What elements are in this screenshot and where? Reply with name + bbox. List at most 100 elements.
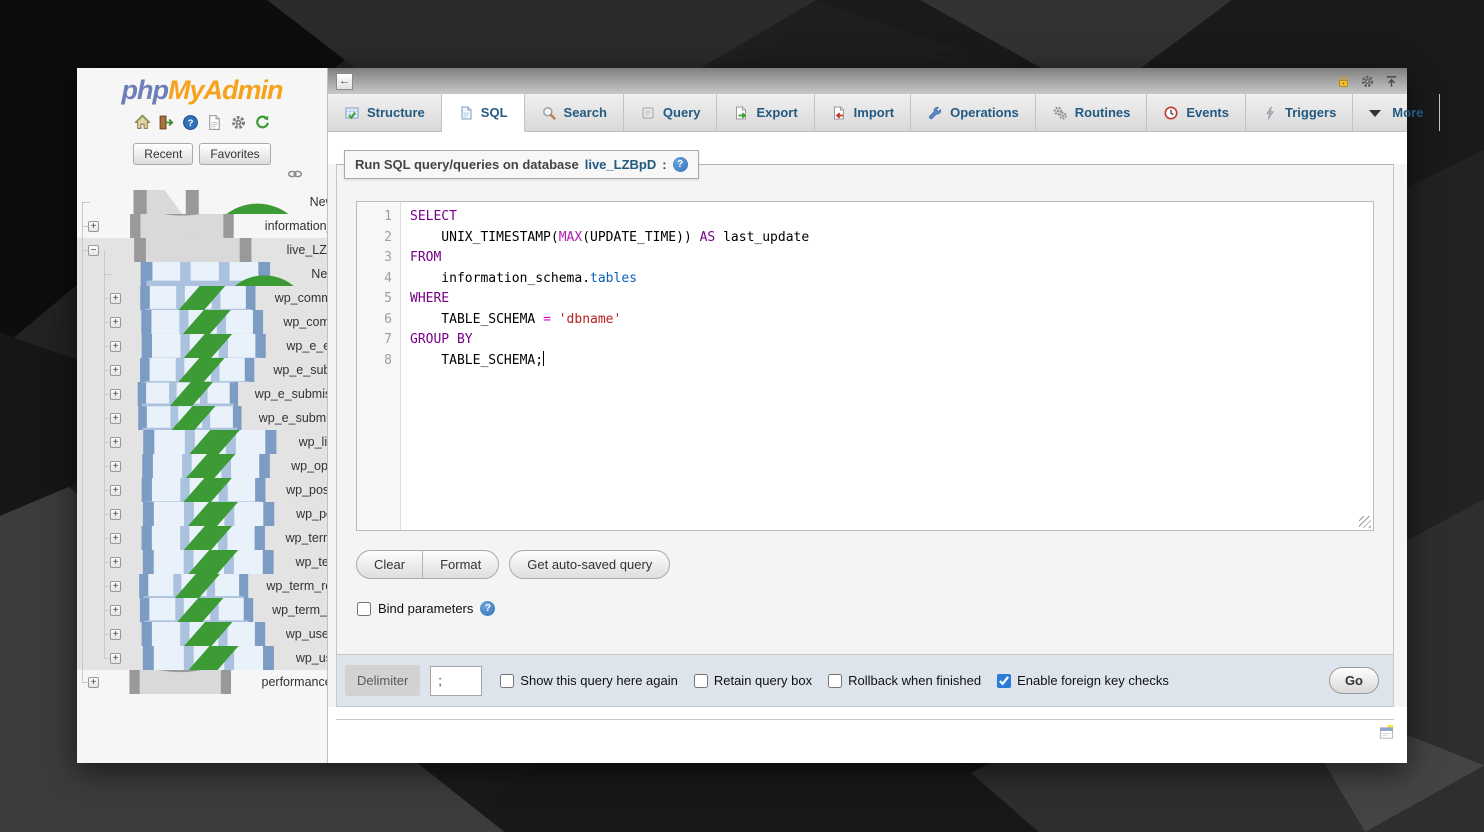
tree-item-wp-term-taxonomy[interactable]: +wp_term_taxonomy: [77, 598, 327, 622]
tree-item-label: information_schema: [265, 219, 327, 233]
tab-events[interactable]: Events: [1147, 94, 1246, 131]
link-icon[interactable]: [287, 168, 303, 180]
tab-label: Routines: [1075, 105, 1131, 120]
tree-item-wp-terms[interactable]: +wp_terms: [77, 550, 327, 574]
tree-item-live-lzbpd[interactable]: −live_LZBpD: [77, 238, 327, 262]
expand-icon[interactable]: +: [110, 437, 121, 448]
tab-operations[interactable]: Operations: [911, 94, 1036, 131]
tree-item-label: wp_postmeta: [286, 483, 327, 497]
settings-icon[interactable]: [230, 114, 247, 131]
database-icon: [99, 238, 287, 262]
footer-option-show-this-query-here-again[interactable]: Show this query here again: [500, 673, 678, 688]
tree-item-wp-commentmeta[interactable]: +wp_commentmeta: [77, 286, 327, 310]
expand-icon[interactable]: +: [88, 221, 99, 232]
table-icon: [121, 286, 275, 310]
footer-checkbox[interactable]: [694, 674, 708, 688]
recent-button[interactable]: Recent: [133, 143, 193, 165]
tree-item-information-schema[interactable]: + information_schema: [77, 214, 327, 238]
tree-item-wp-term-relationships[interactable]: +wp_term_relationships: [77, 574, 327, 598]
expand-icon[interactable]: +: [110, 605, 121, 616]
tab-label: Query: [663, 105, 701, 120]
clear-button[interactable]: Clear: [357, 551, 422, 578]
delimiter-input[interactable]: [430, 666, 482, 696]
expand-icon[interactable]: +: [110, 461, 121, 472]
expand-icon[interactable]: +: [110, 413, 121, 424]
favorites-button[interactable]: Favorites: [199, 143, 270, 165]
tree-item-wp-options[interactable]: +wp_options: [77, 454, 327, 478]
sql-editor[interactable]: 1SELECT2 UNIX_TIMESTAMP(MAX(UPDATE_TIME)…: [356, 201, 1374, 531]
collapse-node-icon[interactable]: −: [88, 245, 99, 256]
hide-sidebar-button[interactable]: ←: [336, 73, 353, 90]
tree-item-wp-termmeta[interactable]: +wp_termmeta: [77, 526, 327, 550]
footer-option-enable-foreign-key-checks[interactable]: Enable foreign key checks: [997, 673, 1169, 688]
expand-icon[interactable]: +: [88, 677, 99, 688]
editor-line: 8 TABLE_SCHEMA;: [357, 351, 1373, 372]
tree-item-performance-schema[interactable]: +performance_schema: [77, 670, 327, 694]
get-auto-saved-query-button[interactable]: Get auto-saved query: [509, 550, 670, 579]
expand-icon[interactable]: +: [110, 557, 121, 568]
lock-icon[interactable]: [1336, 74, 1351, 89]
line-code: WHERE: [401, 289, 449, 310]
expand-icon[interactable]: +: [110, 341, 121, 352]
expand-icon[interactable]: +: [110, 485, 121, 496]
expand-icon[interactable]: +: [110, 629, 121, 640]
expand-icon[interactable]: +: [110, 317, 121, 328]
tab-sql[interactable]: SQL: [442, 94, 525, 132]
expand-icon[interactable]: +: [110, 389, 121, 400]
footer-checkboxes: Show this query here again Retain query b…: [500, 673, 1169, 688]
tree-item-wp-posts[interactable]: +wp_posts: [77, 502, 327, 526]
tab-label: Search: [564, 105, 607, 120]
tab-search[interactable]: Search: [525, 94, 624, 131]
tree-item-wp-users[interactable]: +wp_users: [77, 646, 327, 670]
tab-structure[interactable]: Structure: [328, 94, 442, 131]
editor-resize-handle[interactable]: [1359, 516, 1371, 528]
bind-parameters-checkbox[interactable]: [357, 602, 371, 616]
bind-parameters-help-icon[interactable]: ?: [480, 601, 495, 616]
expand-icon[interactable]: +: [110, 533, 121, 544]
expand-icon[interactable]: +: [110, 581, 121, 592]
tree-item-wp-e-submissions-actions-l[interactable]: +wp_e_submissions_actions_l: [77, 382, 327, 406]
tab-query[interactable]: Query: [624, 94, 718, 131]
logout-icon[interactable]: [158, 114, 175, 131]
tree-item-wp-comments[interactable]: +wp_comments: [77, 310, 327, 334]
home-icon[interactable]: [134, 114, 151, 131]
tree-item-wp-postmeta[interactable]: + wp_postmeta: [77, 478, 327, 502]
docs-icon[interactable]: [206, 114, 223, 131]
footer-checkbox[interactable]: [500, 674, 514, 688]
collapse-icon[interactable]: [1384, 74, 1399, 89]
editor-line: 4 information_schema.tables: [357, 269, 1373, 290]
format-button[interactable]: Format: [422, 551, 498, 578]
tree-item-wp-e-submissions[interactable]: +wp_e_submissions: [77, 358, 327, 382]
expand-icon[interactable]: +: [110, 293, 121, 304]
expand-icon[interactable]: +: [110, 653, 121, 664]
table-icon: [121, 526, 285, 550]
tree-item-new[interactable]: New: [77, 262, 327, 286]
expand-icon[interactable]: +: [110, 509, 121, 520]
legend-help-icon[interactable]: ?: [673, 157, 688, 172]
tab-more[interactable]: More: [1353, 94, 1440, 131]
tab-import[interactable]: Import: [815, 94, 911, 131]
bind-parameters-label[interactable]: Bind parameters: [378, 601, 473, 616]
help-icon[interactable]: ?: [182, 114, 199, 131]
footer-checkbox[interactable]: [828, 674, 842, 688]
tab-export[interactable]: Export: [717, 94, 814, 131]
tab-triggers[interactable]: Triggers: [1246, 94, 1353, 131]
editor-line: 5WHERE: [357, 289, 1373, 310]
tab-routines[interactable]: Routines: [1036, 94, 1148, 131]
navigation-sidebar: phpMyAdmin ? Recent Favorites New + inform…: [77, 68, 328, 763]
refresh-icon[interactable]: [254, 114, 271, 131]
tree-item-wp-e-events[interactable]: +wp_e_events: [77, 334, 327, 358]
tree-item-wp-e-submissions-values[interactable]: +wp_e_submissions_values: [77, 406, 327, 430]
gear-icon[interactable]: [1360, 74, 1375, 89]
editor-line: 1SELECT: [357, 207, 1373, 228]
go-button[interactable]: Go: [1329, 667, 1379, 694]
expand-icon[interactable]: +: [110, 365, 121, 376]
tree-item-new[interactable]: New: [77, 190, 327, 214]
tree-item-wp-usermeta[interactable]: +wp_usermeta: [77, 622, 327, 646]
footer-option-rollback-when-finished[interactable]: Rollback when finished: [828, 673, 981, 688]
console-icon[interactable]: [1378, 724, 1395, 741]
footer-checkbox[interactable]: [997, 674, 1011, 688]
footer-option-retain-query-box[interactable]: Retain query box: [694, 673, 812, 688]
tree-item-wp-links[interactable]: +wp_links: [77, 430, 327, 454]
phpmyadmin-logo: phpMyAdmin: [77, 68, 327, 106]
